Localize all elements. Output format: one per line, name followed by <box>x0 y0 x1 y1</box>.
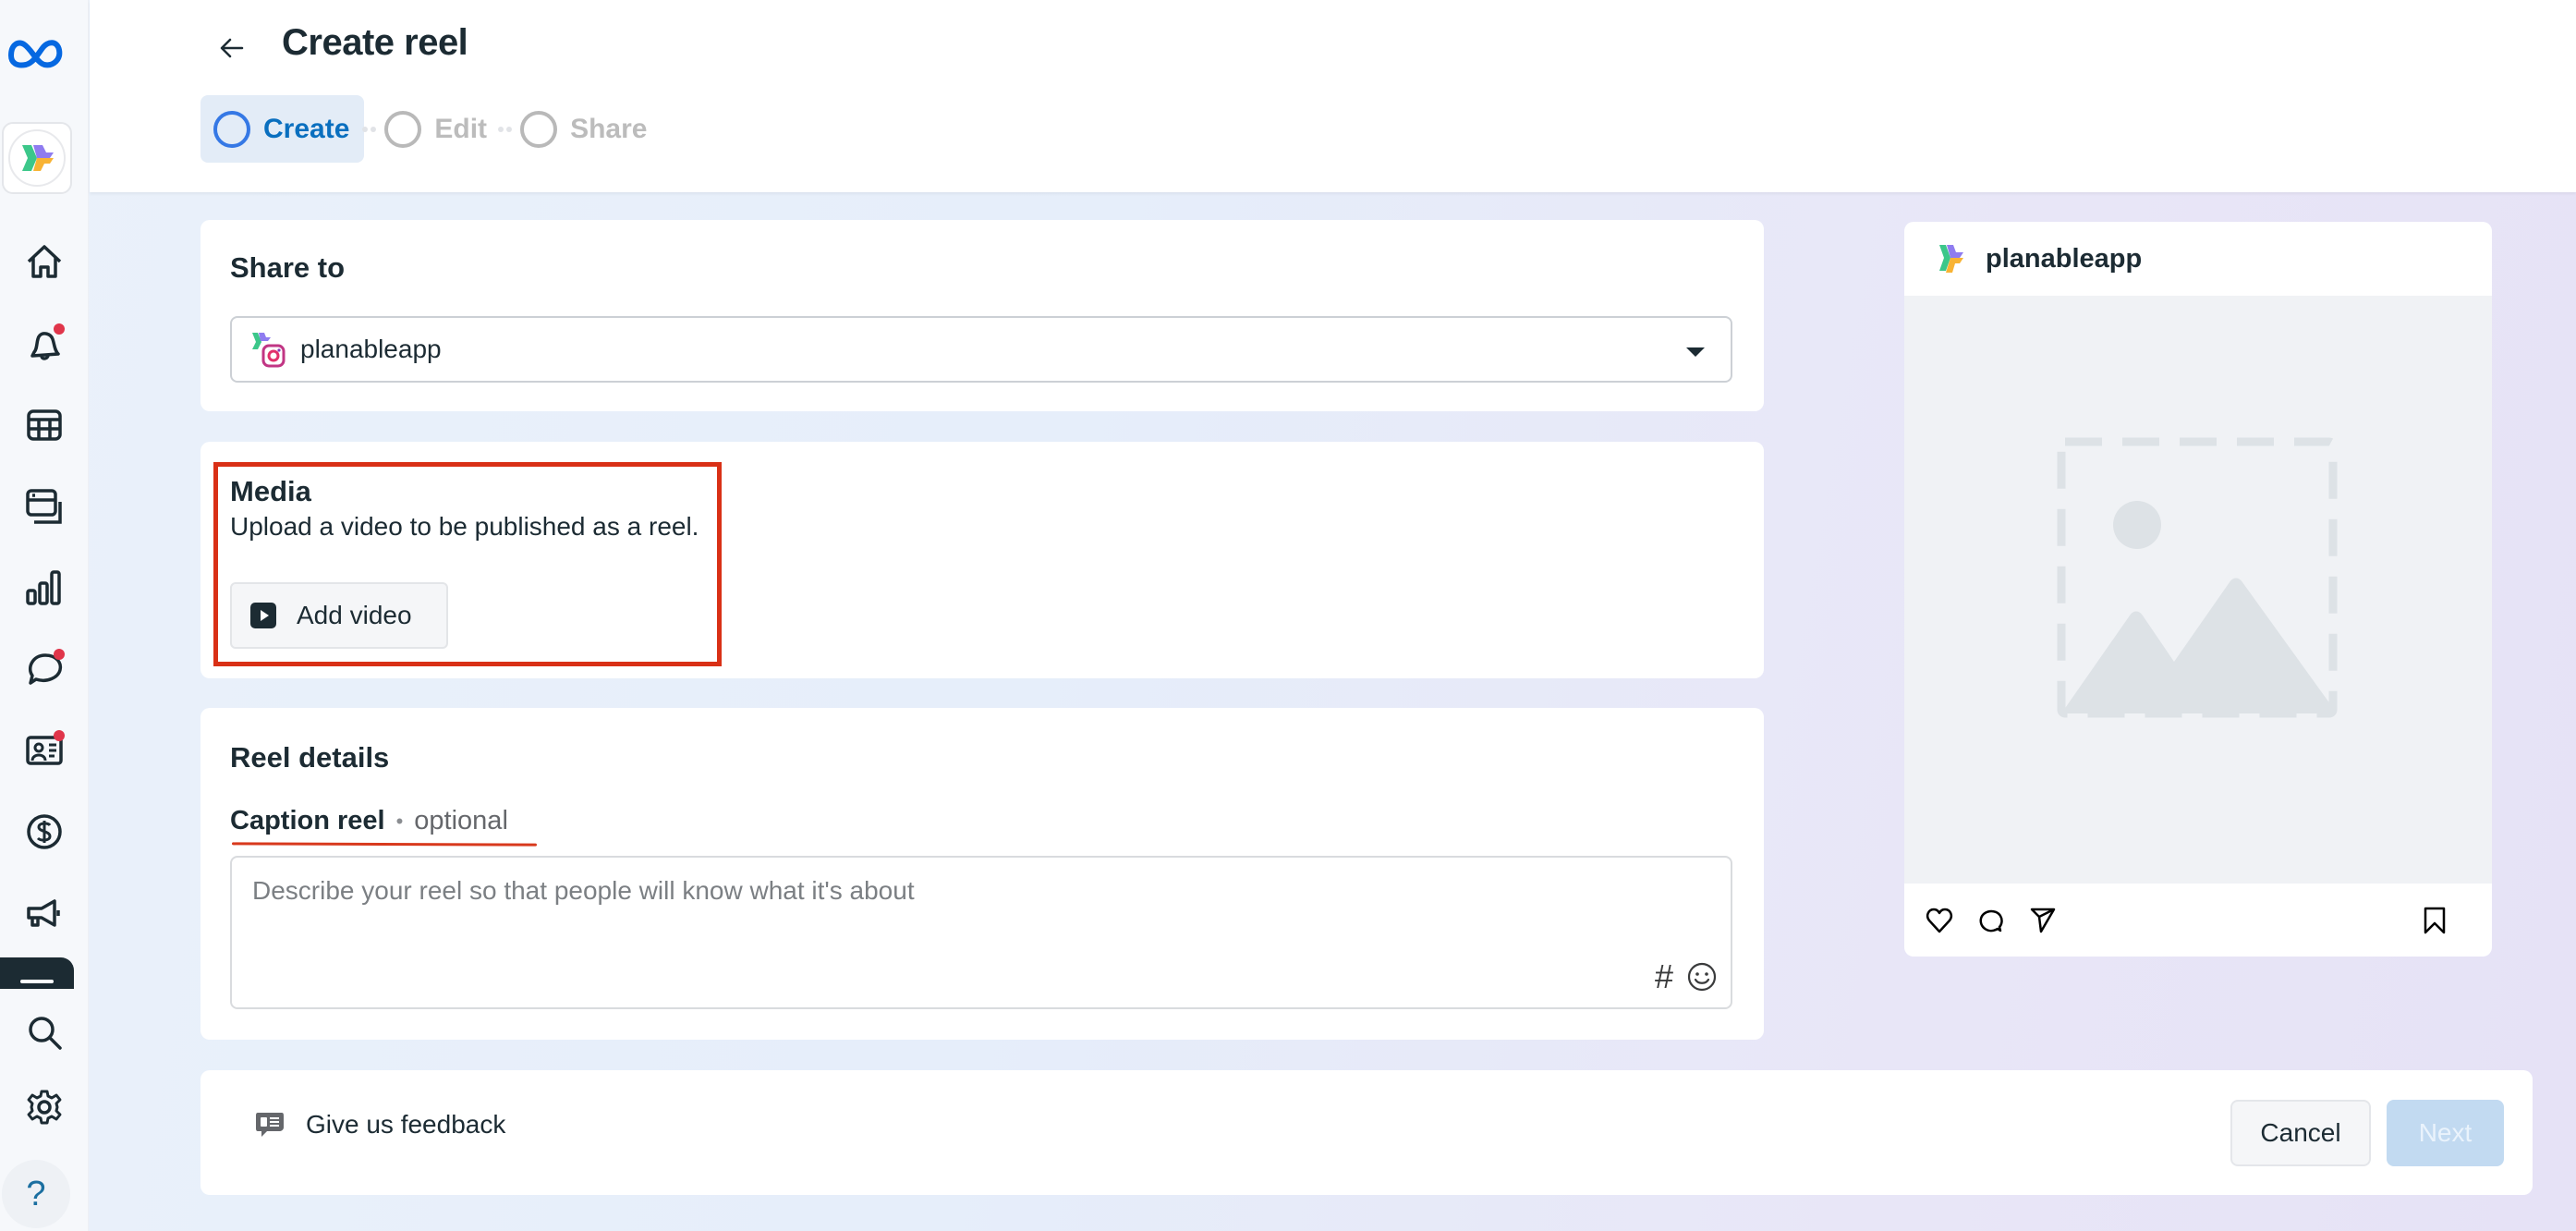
add-video-button[interactable]: Add video <box>230 582 448 649</box>
step-circle-icon <box>213 110 250 148</box>
sidebar-item-notifications[interactable] <box>15 314 74 373</box>
page-header: Create reel Create Edit Share <box>90 0 2576 192</box>
back-button[interactable] <box>213 30 250 67</box>
caption-separator: • <box>395 809 404 833</box>
sidebar-item-search[interactable] <box>15 1004 74 1063</box>
sidebar-item-content[interactable] <box>15 477 74 536</box>
sidebar-item-ads[interactable] <box>15 884 74 943</box>
meta-logo-icon[interactable] <box>6 26 70 81</box>
sidebar-item-planner[interactable] <box>15 396 74 455</box>
add-video-label: Add video <box>297 601 412 629</box>
share-to-title: Share to <box>230 251 346 284</box>
step-circle-icon <box>520 110 558 148</box>
preview-account-name: planableapp <box>1986 243 2143 274</box>
gear-icon <box>27 1090 62 1125</box>
reel-preview: planableapp <box>1904 222 2492 957</box>
media-card: Media Upload a video to be published as … <box>200 442 1764 678</box>
media-placeholder <box>1904 296 2492 884</box>
calendar-grid-icon <box>27 409 62 441</box>
step-share[interactable]: Share <box>507 95 660 163</box>
sidebar-collapse-handle[interactable] <box>0 957 74 989</box>
dollar-icon <box>27 814 62 849</box>
help-icon[interactable]: ? <box>2 1160 70 1228</box>
caption-underline-annotation <box>231 842 538 847</box>
account-avatar[interactable] <box>2 122 72 194</box>
planable-logo-icon <box>1939 245 1963 273</box>
footer-bar: Give us feedback Cancel Next <box>200 1070 2533 1195</box>
caption-optional-text: optional <box>414 806 508 835</box>
caption-label: Caption reel • optional <box>230 806 508 836</box>
media-description: Upload a video to be published as a reel… <box>230 512 699 541</box>
step-circle-icon <box>384 110 422 148</box>
content-stack-icon <box>26 489 62 524</box>
sidebar-item-settings[interactable] <box>15 1078 74 1137</box>
bookmark-icon <box>2418 904 2451 937</box>
preview-actions <box>1904 884 2492 957</box>
sidebar-item-insights[interactable] <box>15 558 74 617</box>
caption-input[interactable] <box>230 856 1732 1009</box>
feedback-label: Give us feedback <box>306 1110 506 1139</box>
step-label: Create <box>263 113 350 144</box>
sidebar-item-profile[interactable] <box>15 721 74 780</box>
next-button[interactable]: Next <box>2387 1100 2504 1166</box>
page-title: Create reel <box>282 22 468 63</box>
cancel-button[interactable]: Cancel <box>2230 1100 2371 1166</box>
notification-badge <box>54 649 65 660</box>
reel-details-card: Reel details Caption reel • optional # <box>200 708 1764 1040</box>
sidebar-item-inbox[interactable] <box>15 640 74 699</box>
account-select[interactable]: planableapp <box>230 316 1732 383</box>
image-placeholder-icon <box>2057 437 2338 718</box>
step-create[interactable]: Create <box>200 95 365 163</box>
megaphone-icon <box>27 899 60 927</box>
emoji-icon[interactable] <box>1686 961 1718 993</box>
planable-logo-icon <box>22 145 54 171</box>
step-edit[interactable]: Edit <box>371 95 500 163</box>
caption-label-text: Caption reel <box>230 806 385 835</box>
feedback-link[interactable]: Give us feedback <box>254 1109 505 1140</box>
share-to-card: Share to planableapp <box>200 220 1764 411</box>
sidebar: ? <box>0 0 89 1231</box>
chevron-down-icon <box>1686 347 1705 357</box>
notification-badge <box>54 323 65 335</box>
home-icon <box>27 245 62 278</box>
step-label: Edit <box>434 113 488 144</box>
video-play-icon <box>250 603 276 628</box>
share-icon <box>2026 904 2060 937</box>
media-title: Media <box>230 475 311 507</box>
search-icon <box>29 1017 62 1050</box>
arrow-left-icon <box>220 38 244 58</box>
preview-header: planableapp <box>1904 222 2492 296</box>
selected-account: planableapp <box>300 335 442 363</box>
like-icon <box>1923 904 1956 937</box>
bar-chart-icon <box>26 570 61 605</box>
progress-stepper: Create Edit Share <box>200 95 660 163</box>
comment-icon <box>1975 904 2008 937</box>
feedback-icon <box>256 1113 284 1137</box>
sidebar-item-home[interactable] <box>15 233 74 292</box>
sidebar-item-monetization[interactable] <box>15 802 74 861</box>
instagram-account-icon <box>250 329 287 370</box>
caption-tools: # <box>1655 957 1718 996</box>
reel-details-title: Reel details <box>230 741 390 774</box>
step-label: Share <box>570 113 648 144</box>
notification-badge <box>54 730 65 741</box>
hashtag-icon[interactable]: # <box>1655 957 1673 996</box>
